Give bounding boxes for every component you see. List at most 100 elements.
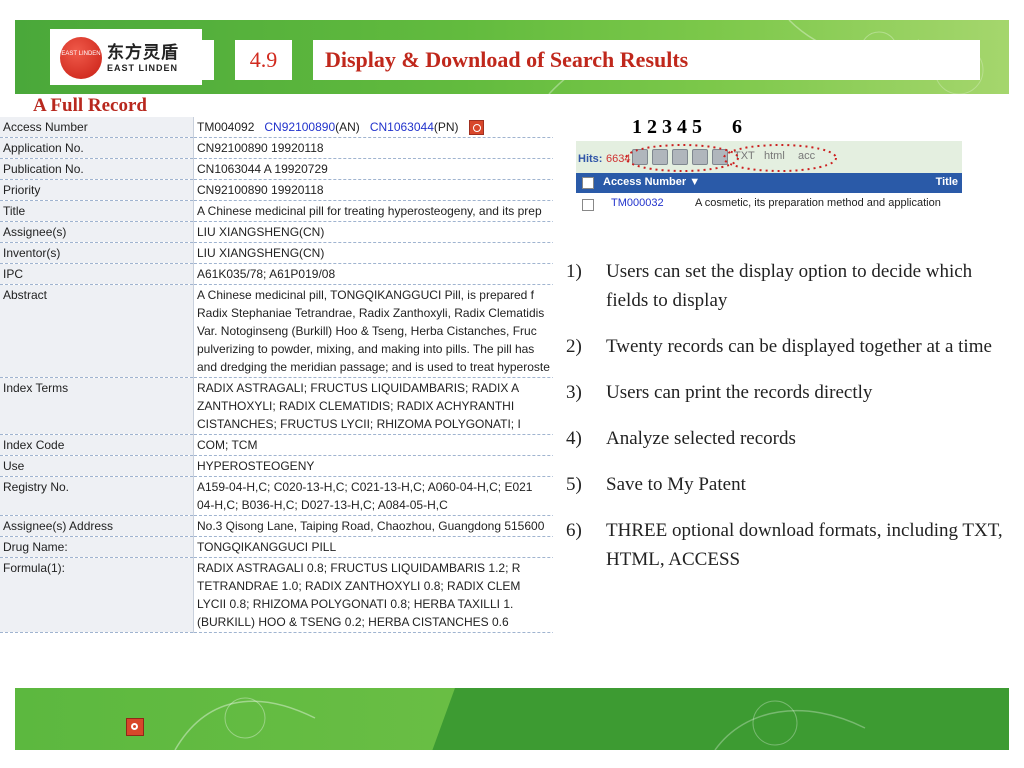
- field-value-line: LIU XIANGSHENG(CN): [197, 246, 325, 260]
- field-label: Formula(1):: [0, 557, 194, 633]
- field-value-line: CISTANCHES; FRUCTUS LYCII; RHIZOMA POLYG…: [197, 417, 521, 431]
- field-value-line: RADIX ASTRAGALI; FRUCTUS LIQUIDAMBARIS; …: [197, 381, 520, 395]
- field-value: RADIX ASTRAGALI 0.8; FRUCTUS LIQUIDAMBAR…: [193, 557, 553, 633]
- field-label: Registry No.: [0, 476, 194, 516]
- application-number-link[interactable]: CN92100890: [264, 120, 335, 134]
- field-label: Assignee(s) Address: [0, 515, 194, 537]
- field-value: CN92100890 19920118: [193, 179, 553, 201]
- field-value: A Chinese medicinal pill, TONGQIKANGGUCI…: [193, 284, 553, 378]
- table-row: Assignee(s) Address No.3 Qisong Lane, Tai…: [0, 515, 553, 537]
- row-checkbox[interactable]: [582, 199, 594, 211]
- field-value-line: LIU XIANGSHENG(CN): [197, 225, 325, 239]
- table-row: Index Terms RADIX ASTRAGALI; FRUCTUS LIQU…: [0, 377, 553, 435]
- field-value-line: ZANTHOXYLI; RADIX CLEMATIDIS; RADIX ACHY…: [197, 399, 515, 413]
- table-row: Assignee(s) LIU XIANGSHENG(CN): [0, 221, 553, 243]
- full-record-heading: A Full Record: [33, 95, 147, 116]
- note-item: 5) Save to My Patent: [566, 470, 1006, 499]
- note-text: THREE optional download formats, includi…: [606, 520, 1003, 570]
- field-value: TONGQIKANGGUCI PILL: [193, 536, 553, 558]
- table-row: Drug Name: TONGQIKANGGUCI PILL: [0, 536, 553, 558]
- field-label: Index Code: [0, 434, 194, 456]
- field-value: COM; TCM: [193, 434, 553, 456]
- note-item: 3) Users can print the records directly: [566, 378, 1006, 407]
- field-value: A Chinese medicinal pill for treating hy…: [193, 200, 553, 222]
- company-logo: EAST LINDEN 东方灵盾 EAST LINDEN: [50, 29, 202, 85]
- field-value-line: CN92100890 19920118: [197, 141, 324, 155]
- field-value: RADIX ASTRAGALI; FRUCTUS LIQUIDAMBARIS; …: [193, 377, 553, 435]
- logo-chinese-name: 东方灵盾: [107, 43, 179, 63]
- field-value-line: 04-H,C; B036-H,C; D027-13-H,C; A084-05-H…: [197, 498, 448, 512]
- field-value-line: A Chinese medicinal pill, TONGQIKANGGUCI…: [197, 288, 535, 302]
- note-number: 5): [566, 474, 582, 495]
- note-text: Analyze selected records: [606, 428, 796, 449]
- logo-english-name: EAST LINDEN: [107, 63, 179, 73]
- field-value-line: A159-04-H,C; C020-13-H,C; C021-13-H,C; A…: [197, 480, 533, 494]
- field-value-line: Radix Stephaniae Tetrandrae, Radix Zanth…: [197, 306, 545, 320]
- field-label: Drug Name:: [0, 536, 194, 558]
- field-value-line: TETRANDRAE 1.0; RADIX ZANTHOXYLI 0.8; RA…: [197, 579, 521, 593]
- pdf-icon[interactable]: [126, 718, 144, 736]
- footer-banner: [15, 688, 1009, 750]
- feature-notes-list: 1) Users can set the display option to de…: [566, 257, 1006, 591]
- table-row: Inventor(s) LIU XIANGSHENG(CN): [0, 242, 553, 264]
- field-label: Title: [0, 200, 194, 222]
- field-value-line: Var. Notoginseng (Burkill) Hoo & Tseng, …: [197, 324, 537, 338]
- note-number: 3): [566, 382, 582, 403]
- footer-floral-decoration: [174, 697, 866, 750]
- field-value-line: and dredging the meridian passage; and i…: [197, 360, 550, 374]
- note-text: Users can set the display option to deci…: [606, 261, 973, 311]
- field-value: CN92100890 19920118: [193, 137, 553, 159]
- field-value: HYPEROSTEOGENY: [193, 455, 553, 477]
- field-value: CN1063044 A 19920729: [193, 158, 553, 180]
- note-text: Save to My Patent: [606, 474, 746, 495]
- result-title: A cosmetic, its preparation method and a…: [695, 197, 941, 209]
- field-label: Assignee(s): [0, 221, 194, 243]
- table-row: Title A Chinese medicinal pill for treati…: [0, 200, 553, 222]
- note-item: 4) Analyze selected records: [566, 424, 1006, 453]
- field-value-line: TONGQIKANGGUCI PILL: [197, 540, 337, 554]
- note-number: 1): [566, 261, 582, 282]
- field-value-line: A61K035/78; A61P019/08: [197, 267, 336, 281]
- table-row: Index Code COM; TCM: [0, 434, 553, 456]
- field-value-line: A Chinese medicinal pill for treating hy…: [197, 204, 542, 218]
- pn-suffix: (PN): [433, 120, 459, 134]
- field-value-line: RADIX ASTRAGALI 0.8; FRUCTUS LIQUIDAMBAR…: [197, 561, 521, 575]
- access-id: TM004092: [197, 120, 255, 134]
- field-value: A61K035/78; A61P019/08: [193, 263, 553, 285]
- select-all-checkbox[interactable]: [582, 177, 594, 189]
- logo-emblem-icon: EAST LINDEN: [60, 37, 102, 79]
- note-text: Users can print the records directly: [606, 382, 873, 403]
- full-record-table: Access Number TM004092 CN92100890(AN) CN…: [0, 117, 553, 683]
- note-text: Twenty records can be displayed together…: [606, 336, 992, 357]
- field-value-line: CN92100890 19920118: [197, 183, 324, 197]
- table-row: Priority CN92100890 19920118: [0, 179, 553, 201]
- field-label: Publication No.: [0, 158, 194, 180]
- field-value-line: CN1063044 A 19920729: [197, 162, 328, 176]
- publication-number-link[interactable]: CN1063044: [370, 120, 434, 134]
- pdf-icon[interactable]: [468, 120, 484, 136]
- results-row: TM000032 A cosmetic, its preparation met…: [576, 193, 962, 215]
- table-row: IPC A61K035/78; A61P019/08: [0, 263, 553, 285]
- hits-label: Hits:: [578, 153, 603, 165]
- column-title[interactable]: Title: [936, 176, 958, 188]
- field-value-line: COM; TCM: [197, 438, 258, 452]
- table-row: Registry No. A159-04-H,C; C020-13-H,C; C0…: [0, 476, 553, 516]
- table-row: Abstract A Chinese medicinal pill, TONGQI…: [0, 284, 553, 378]
- note-number: 4): [566, 428, 582, 449]
- header-spacer-box: [190, 40, 214, 80]
- field-label: Inventor(s): [0, 242, 194, 264]
- table-row: Use HYPEROSTEOGENY: [0, 455, 553, 477]
- result-access-link[interactable]: TM000032: [611, 197, 664, 209]
- table-row: Application No. CN92100890 19920118: [0, 137, 553, 159]
- field-label: Use: [0, 455, 194, 477]
- field-label: Abstract: [0, 284, 194, 378]
- note-item: 1) Users can set the display option to de…: [566, 257, 1006, 315]
- slide-title: Display & Download of Search Results: [313, 40, 980, 80]
- highlight-dotted-outlines: [625, 144, 837, 172]
- table-row: Publication No. CN1063044 A 19920729: [0, 158, 553, 180]
- field-value-line: pulverizing to powder, mixing, and makin…: [197, 342, 535, 356]
- field-value-line: No.3 Qisong Lane, Taiping Road, Chaozhou…: [197, 519, 545, 533]
- note-number: 6): [566, 520, 582, 541]
- field-value: TM004092 CN92100890(AN) CN1063044(PN): [193, 117, 553, 138]
- section-number: 4.9: [235, 40, 292, 80]
